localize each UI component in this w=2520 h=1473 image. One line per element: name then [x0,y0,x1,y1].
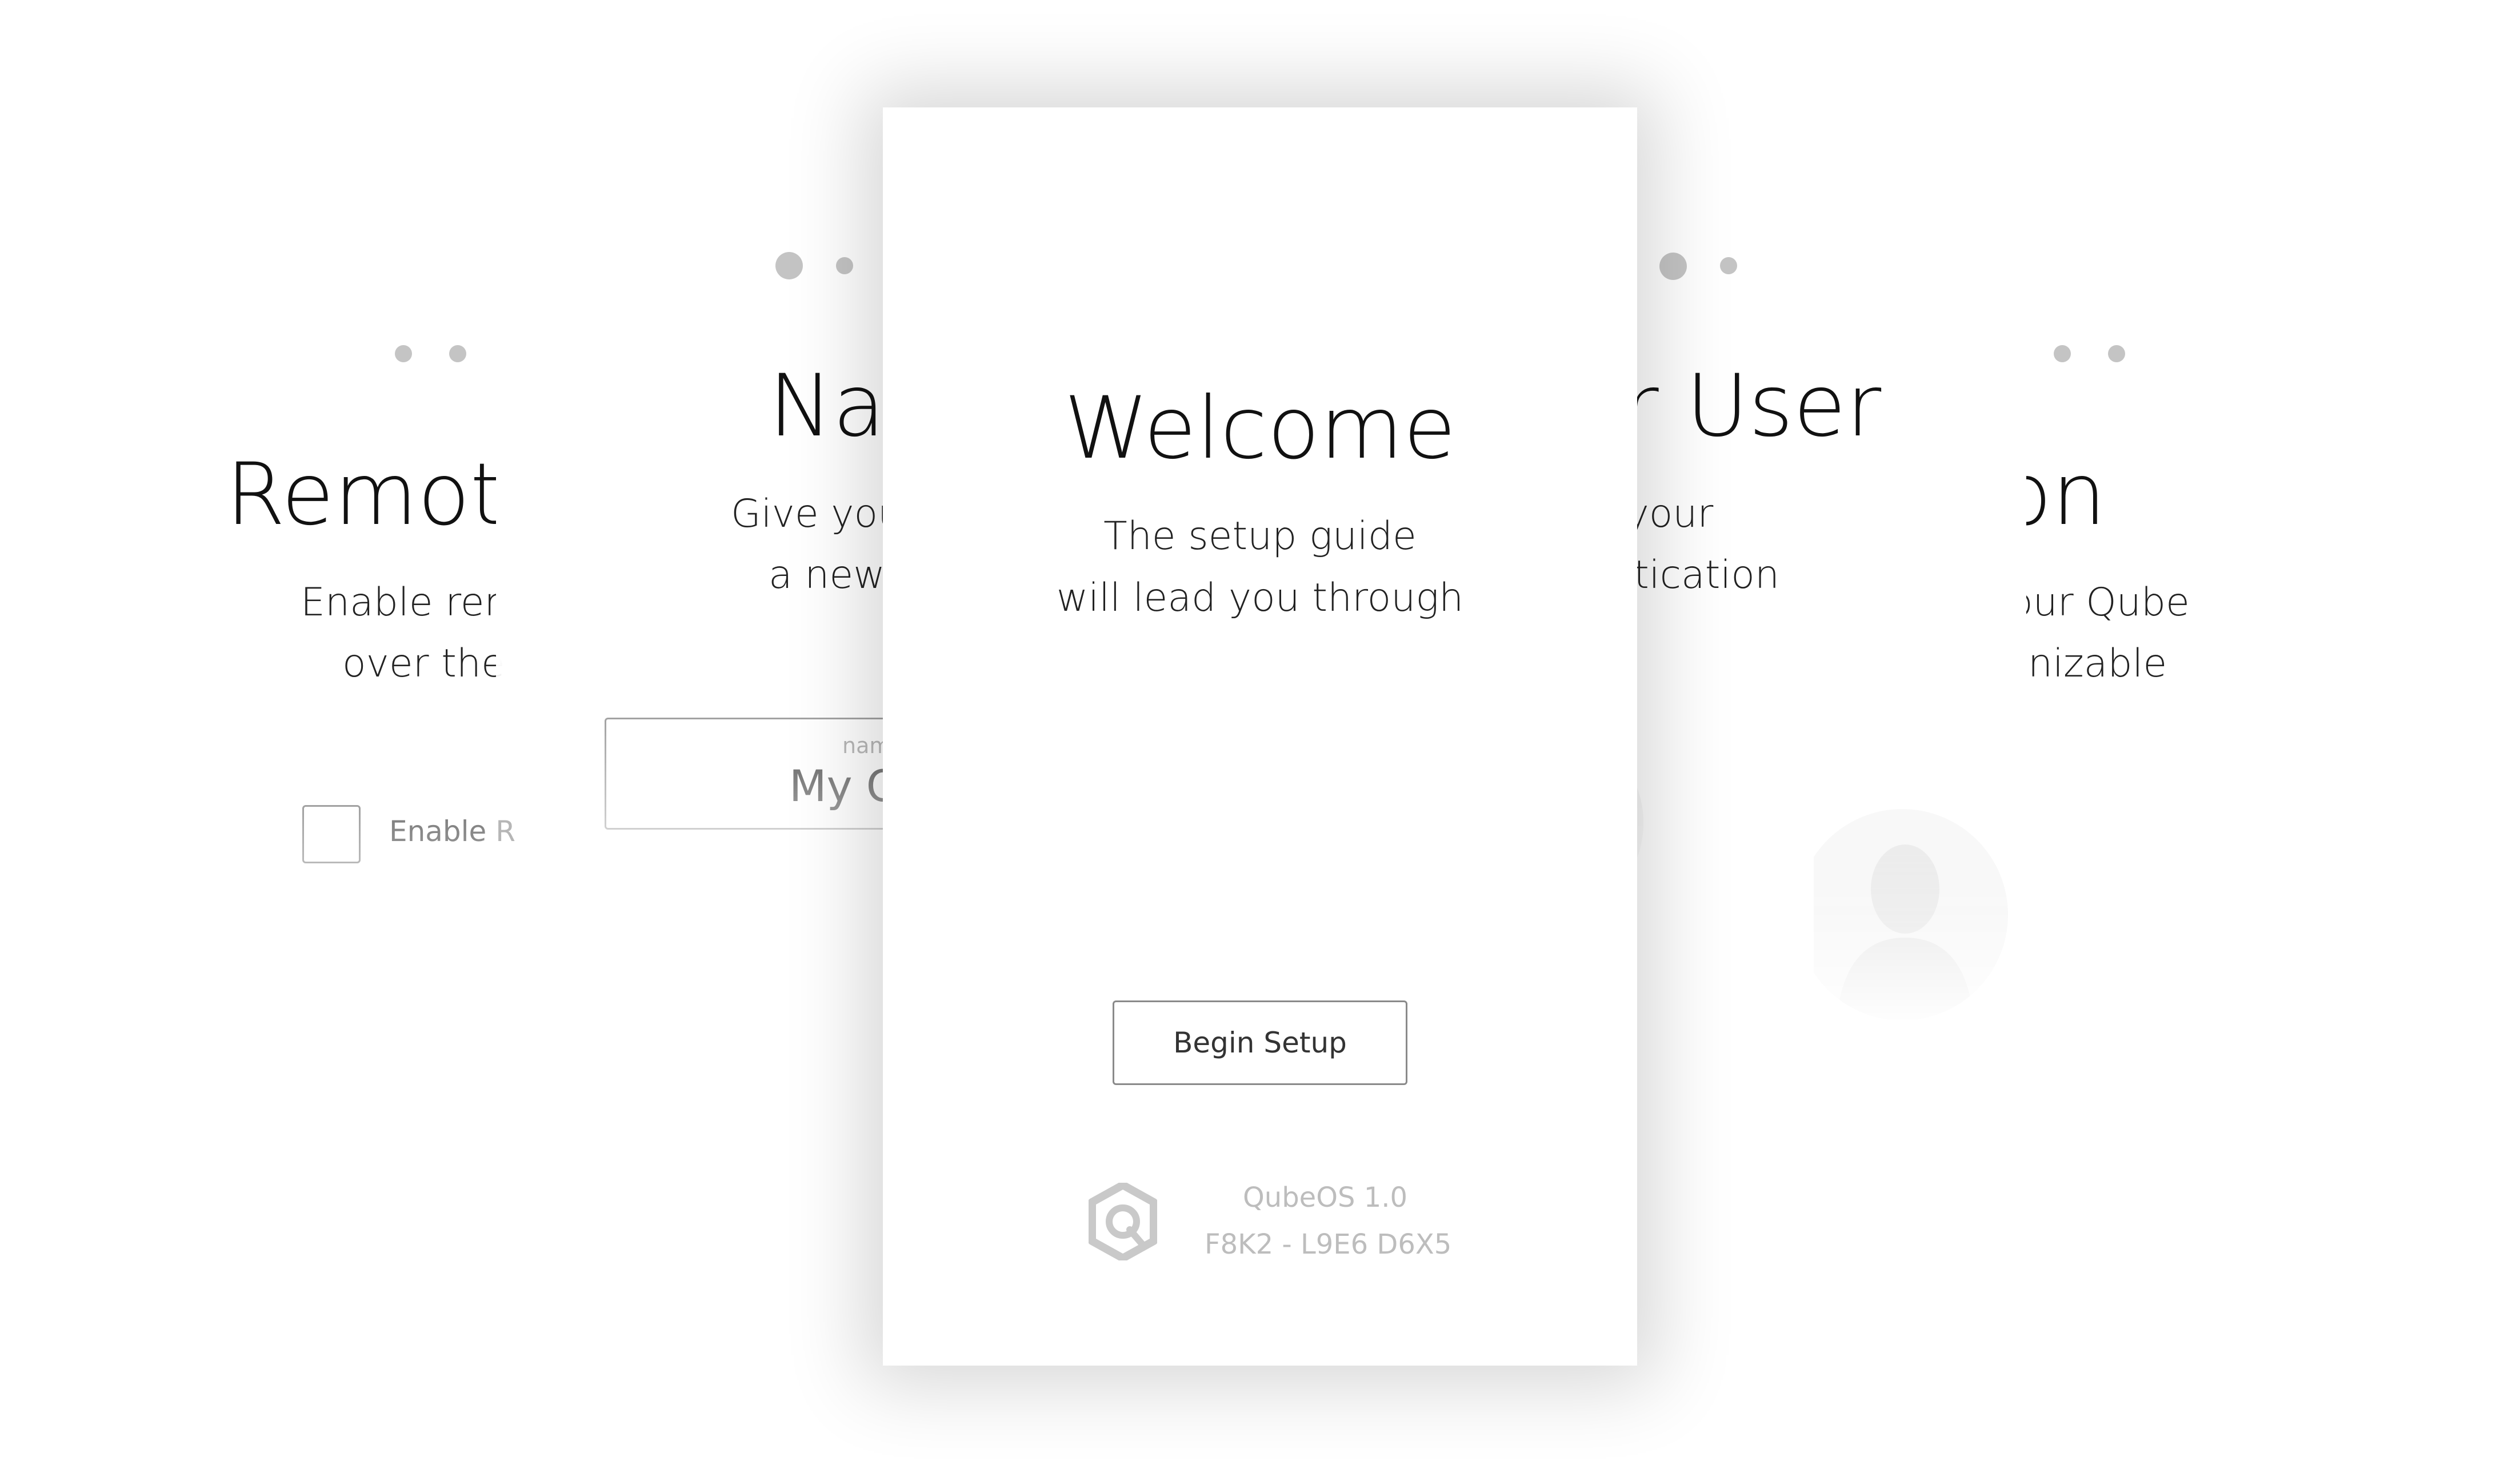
page-dot [449,345,466,362]
os-version: QubeOS 1.0 [1243,1182,1408,1214]
begin-setup-button[interactable]: Begin Setup [1113,1000,1407,1085]
card-description-line: nizable [2028,641,2167,686]
page-dot [2054,345,2071,362]
page-dot [1720,257,1737,274]
page-dot-active [1659,253,1687,280]
card-description-line: a new [769,553,885,598]
page-dot [2108,345,2125,362]
card-description-line: Give you [731,491,903,537]
qube-logo-icon [1088,1181,1158,1262]
card-description-line: over the [342,641,505,686]
welcome-description-line: The setup guide [1103,514,1417,559]
card-description-line: our Qube [2009,580,2190,625]
page-dot [395,345,412,362]
setup-card-welcome: Welcome The setup guide will lead you th… [883,107,1637,1366]
card-title: r User [1623,357,1882,456]
welcome-description-line: will lead you through [1056,575,1464,621]
welcome-title: Welcome [1063,379,1457,478]
serial-number: F8K2 - L9E6 D6X5 [1205,1228,1452,1260]
page-dot [836,257,853,274]
page-dot-active [775,252,803,279]
enable-remote-checkbox[interactable] [302,805,361,863]
